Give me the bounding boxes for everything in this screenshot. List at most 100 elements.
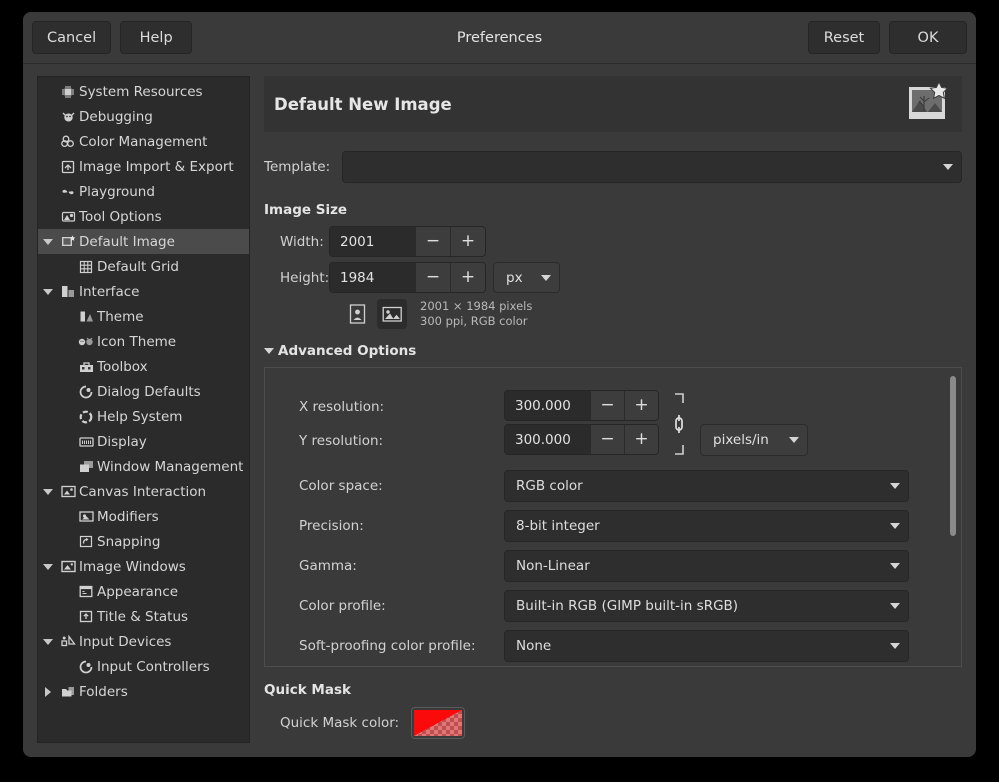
template-label: Template: bbox=[264, 159, 342, 175]
advanced-options-scrollbar[interactable] bbox=[945, 368, 961, 666]
color-profile-select[interactable]: Built-in RGB (GIMP built-in sRGB) bbox=[504, 590, 909, 622]
sidebar-item-debugging[interactable]: Debugging bbox=[38, 104, 249, 129]
chevron-down-icon bbox=[789, 437, 799, 443]
height-label: Height: bbox=[264, 270, 329, 286]
width-increment-button[interactable]: + bbox=[450, 227, 485, 256]
y-resolution-input[interactable] bbox=[505, 425, 590, 454]
sidebar-item-input-devices[interactable]: Input Devices bbox=[38, 629, 249, 654]
color-space-select[interactable]: RGB color bbox=[504, 470, 909, 502]
page-header: Default New Image bbox=[264, 76, 962, 132]
sidebar-item-appearance[interactable]: Appearance bbox=[38, 579, 249, 604]
y-resolution-decrement-button[interactable]: − bbox=[590, 425, 624, 454]
sidebar-item-folders[interactable]: Folders bbox=[38, 679, 249, 704]
y-resolution-stepper[interactable]: − + bbox=[504, 424, 659, 455]
soft-proofing-color-profile-select[interactable]: None bbox=[504, 630, 909, 662]
help-button[interactable]: Help bbox=[120, 21, 192, 54]
x-resolution-decrement-button[interactable]: − bbox=[590, 391, 624, 420]
advanced-options-label: Advanced Options bbox=[278, 343, 416, 359]
sidebar-item-toolbox[interactable]: Toolbox bbox=[38, 354, 249, 379]
chip-icon bbox=[58, 85, 78, 99]
size-unit-select[interactable]: px bbox=[493, 262, 560, 293]
sidebar-item-label: Icon Theme bbox=[97, 334, 176, 350]
quick-mask-color-preview bbox=[414, 710, 462, 736]
new-image-star-icon bbox=[906, 81, 954, 127]
template-select[interactable] bbox=[342, 151, 962, 183]
input-controllers-icon bbox=[76, 660, 96, 674]
ok-button[interactable]: OK bbox=[889, 21, 967, 54]
sidebar-item-canvas-interaction[interactable]: Canvas Interaction bbox=[38, 479, 249, 504]
color-space-label: Color space: bbox=[299, 478, 504, 494]
titlebar-right-buttons: Reset OK bbox=[808, 21, 967, 54]
cancel-button[interactable]: Cancel bbox=[32, 21, 111, 54]
landscape-icon[interactable] bbox=[377, 299, 407, 329]
x-resolution-input[interactable] bbox=[505, 391, 590, 420]
sidebar-item-label: Default Image bbox=[79, 234, 175, 250]
sidebar-item-color-management[interactable]: Color Management bbox=[38, 129, 249, 154]
resolution-unit-value: pixels/in bbox=[713, 432, 781, 448]
triangle-down-icon[interactable] bbox=[38, 639, 58, 645]
quick-mask-color-label: Quick Mask color: bbox=[280, 715, 399, 731]
gamma-select[interactable]: Non-Linear bbox=[504, 550, 909, 582]
size-unit-value: px bbox=[506, 270, 533, 286]
sidebar-item-label: Input Controllers bbox=[97, 659, 210, 675]
width-stepper[interactable]: − + bbox=[329, 226, 486, 257]
width-input[interactable] bbox=[330, 227, 415, 256]
sidebar-item-modifiers[interactable]: Modifiers bbox=[38, 504, 249, 529]
advanced-options-disclosure[interactable]: Advanced Options bbox=[264, 343, 962, 359]
sidebar-item-image-windows[interactable]: Image Windows bbox=[38, 554, 249, 579]
sidebar-item-label: Canvas Interaction bbox=[79, 484, 206, 500]
sidebar-item-input-controllers[interactable]: Input Controllers bbox=[38, 654, 249, 679]
scrollbar-thumb[interactable] bbox=[950, 376, 956, 536]
precision-row: Precision:8-bit integer bbox=[299, 510, 927, 542]
toolbox-icon bbox=[76, 360, 96, 373]
height-decrement-button[interactable]: − bbox=[415, 263, 450, 292]
x-resolution-increment-button[interactable]: + bbox=[624, 391, 658, 420]
triangle-down-icon[interactable] bbox=[38, 289, 58, 295]
sidebar-item-system-resources[interactable]: System Resources bbox=[38, 79, 249, 104]
sidebar-item-default-image[interactable]: Default Image bbox=[38, 229, 249, 254]
sidebar-item-snapping[interactable]: Snapping bbox=[38, 529, 249, 554]
triangle-right-icon[interactable] bbox=[38, 687, 58, 697]
y-resolution-label: Y resolution: bbox=[299, 424, 504, 458]
sidebar-item-image-import-export[interactable]: Image Import & Export bbox=[38, 154, 249, 179]
triangle-down-icon[interactable] bbox=[38, 489, 58, 495]
chevron-down-icon bbox=[890, 523, 900, 529]
advanced-options-panel: X resolution: Y resolution: − + − bbox=[264, 367, 962, 667]
sidebar-item-dialog-defaults[interactable]: Dialog Defaults bbox=[38, 379, 249, 404]
reset-button[interactable]: Reset bbox=[808, 21, 880, 54]
resolution-unit-select[interactable]: pixels/in bbox=[700, 424, 808, 456]
sidebar-item-title-status[interactable]: Title & Status bbox=[38, 604, 249, 629]
quick-mask-color-swatch[interactable] bbox=[411, 707, 465, 739]
sidebar-item-tool-options[interactable]: Tool Options bbox=[38, 204, 249, 229]
height-stepper[interactable]: − + bbox=[329, 262, 486, 293]
precision-select[interactable]: 8-bit integer bbox=[504, 510, 909, 542]
triangle-down-icon[interactable] bbox=[38, 564, 58, 570]
soft-proofing-color-profile-value: None bbox=[516, 638, 882, 654]
preferences-nav-tree[interactable]: System ResourcesDebuggingColor Managemen… bbox=[37, 76, 250, 743]
height-input[interactable] bbox=[330, 263, 415, 292]
sidebar-item-window-management[interactable]: Window Management bbox=[38, 454, 249, 479]
sidebar-item-theme[interactable]: Theme bbox=[38, 304, 249, 329]
triangle-down-icon[interactable] bbox=[38, 239, 58, 245]
x-resolution-stepper[interactable]: − + bbox=[504, 390, 659, 421]
sidebar-item-interface[interactable]: Interface bbox=[38, 279, 249, 304]
y-resolution-increment-button[interactable]: + bbox=[624, 425, 658, 454]
width-decrement-button[interactable]: − bbox=[415, 227, 450, 256]
height-increment-button[interactable]: + bbox=[450, 263, 485, 292]
quick-mask-color-row: Quick Mask color: bbox=[264, 707, 962, 739]
precision-value: 8-bit integer bbox=[516, 518, 882, 534]
chevron-down-icon bbox=[890, 603, 900, 609]
sidebar-item-help-system[interactable]: Help System bbox=[38, 404, 249, 429]
sidebar-item-icon-theme[interactable]: Icon Theme bbox=[38, 329, 249, 354]
title-status-icon bbox=[76, 610, 96, 623]
gamma-label: Gamma: bbox=[299, 558, 504, 574]
chain-linked-icon[interactable] bbox=[668, 390, 690, 458]
grid-icon bbox=[76, 260, 96, 274]
sidebar-item-label: Interface bbox=[79, 284, 139, 300]
sidebar-item-display[interactable]: Display bbox=[38, 429, 249, 454]
sidebar-item-playground[interactable]: Playground bbox=[38, 179, 249, 204]
sidebar-item-default-grid[interactable]: Default Grid bbox=[38, 254, 249, 279]
interface-icon bbox=[58, 285, 78, 298]
portrait-icon[interactable] bbox=[342, 299, 372, 329]
sidebar-item-label: Default Grid bbox=[97, 259, 179, 275]
